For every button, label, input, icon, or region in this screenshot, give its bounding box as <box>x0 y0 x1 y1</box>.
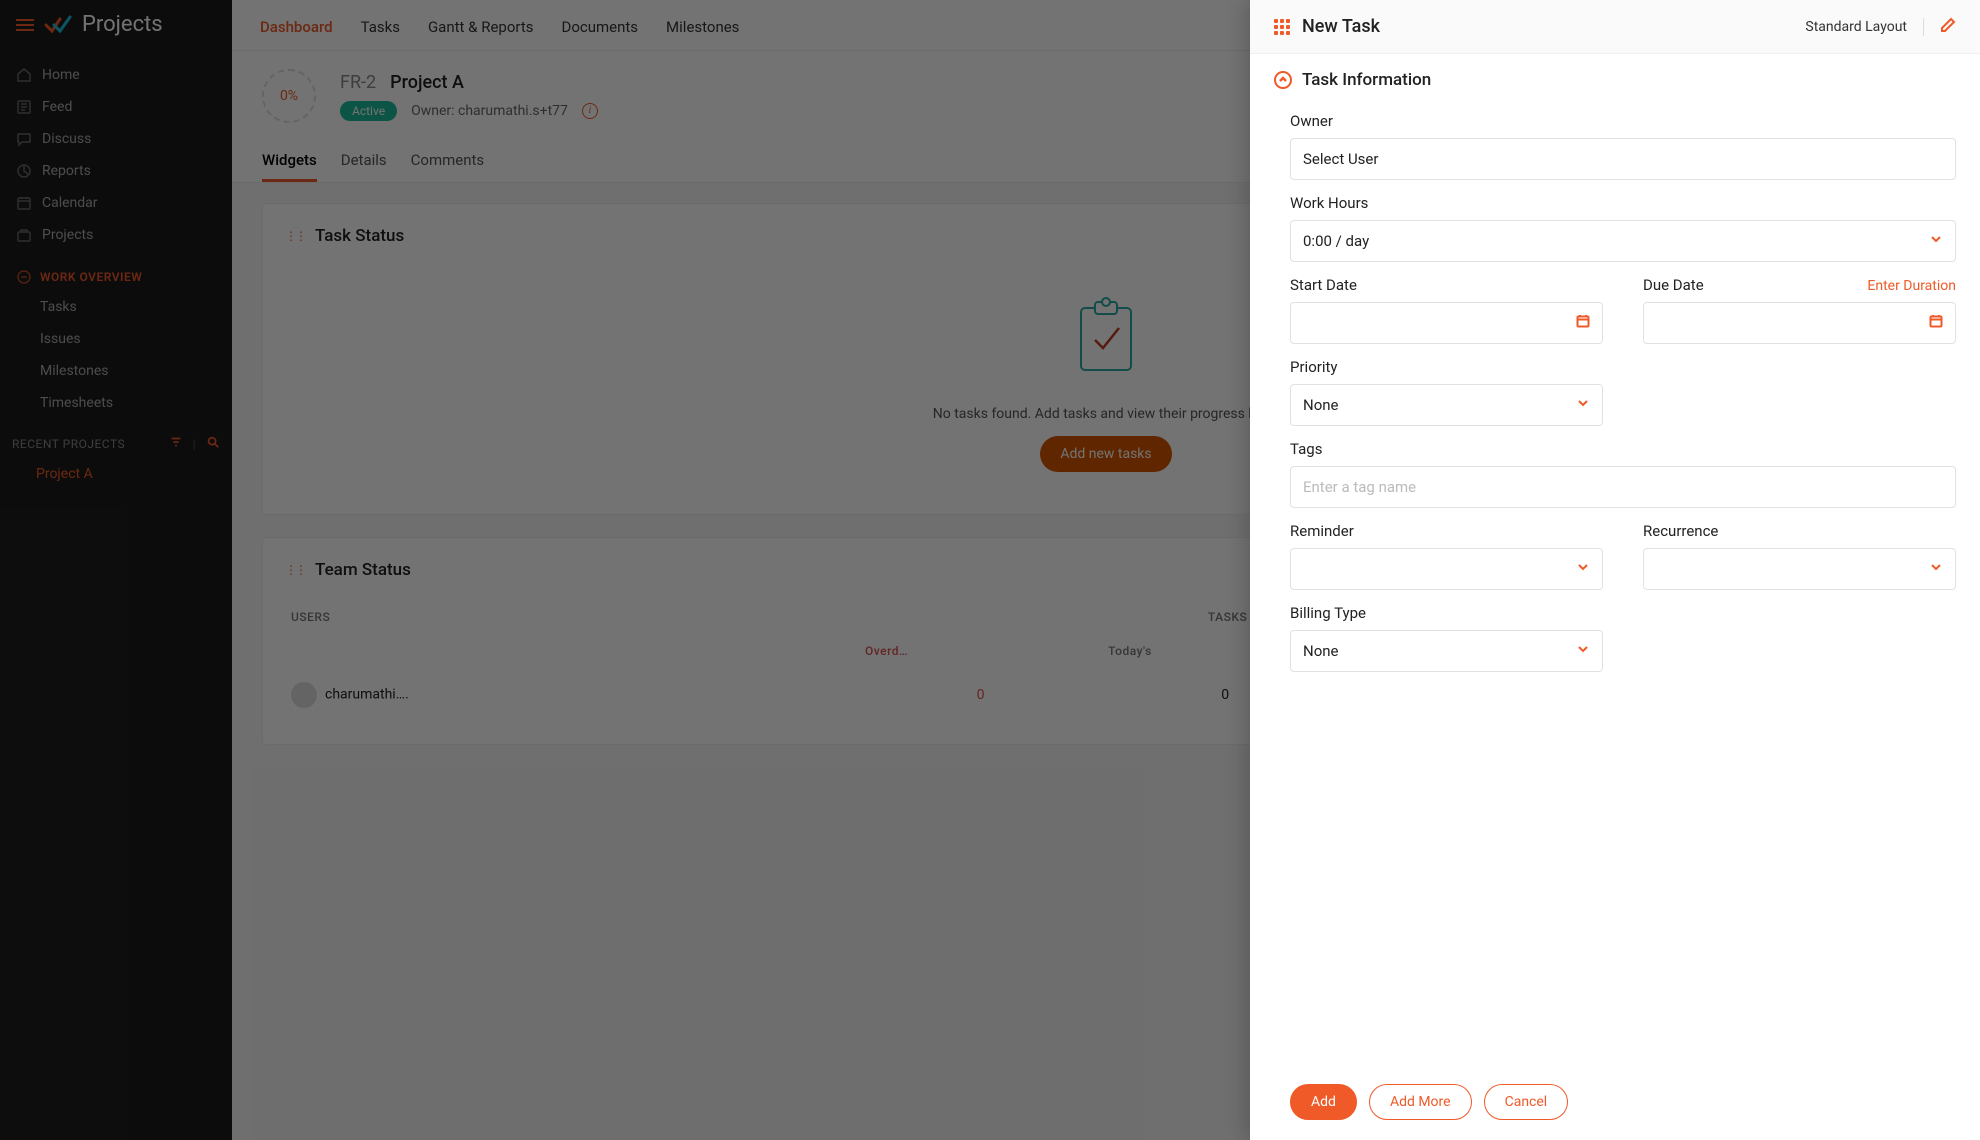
section-title: Task Information <box>1302 70 1431 90</box>
label-priority: Priority <box>1290 358 1337 376</box>
reminder-select[interactable] <box>1290 548 1603 590</box>
section-task-information[interactable]: Task Information <box>1250 54 1980 98</box>
field-tags: Tags <box>1290 440 1956 508</box>
label-owner: Owner <box>1290 112 1333 130</box>
field-due-date: Due Date Enter Duration <box>1643 276 1956 344</box>
calendar-icon <box>1576 314 1590 332</box>
panel-body: Owner Select User Work Hours 0:00 / day … <box>1250 98 1980 1068</box>
label-work-hours: Work Hours <box>1290 194 1368 212</box>
label-reminder: Reminder <box>1290 522 1354 540</box>
cancel-button[interactable]: Cancel <box>1484 1084 1569 1120</box>
recurrence-select[interactable] <box>1643 548 1956 590</box>
label-tags: Tags <box>1290 440 1322 458</box>
add-more-button[interactable]: Add More <box>1369 1084 1472 1120</box>
layout-selector[interactable]: Standard Layout <box>1805 19 1907 35</box>
field-reminder: Reminder <box>1290 522 1603 590</box>
chevron-down-icon <box>1576 396 1590 414</box>
field-owner: Owner Select User <box>1290 112 1956 180</box>
tags-input[interactable] <box>1290 466 1956 508</box>
label-due-date: Due Date <box>1643 276 1704 294</box>
owner-select[interactable]: Select User <box>1290 138 1956 180</box>
work-hours-select[interactable]: 0:00 / day <box>1290 220 1956 262</box>
enter-duration-link[interactable]: Enter Duration <box>1867 278 1956 294</box>
pencil-icon[interactable] <box>1940 17 1956 37</box>
chevron-down-icon <box>1576 560 1590 578</box>
start-date-input[interactable] <box>1290 302 1603 344</box>
panel-footer: Add Add More Cancel <box>1250 1068 1980 1140</box>
label-billing: Billing Type <box>1290 604 1366 622</box>
field-start-date: Start Date <box>1290 276 1603 344</box>
chevron-down-icon <box>1929 232 1943 250</box>
chevron-down-icon <box>1929 560 1943 578</box>
field-recurrence: Recurrence <box>1643 522 1956 590</box>
chevron-up-icon <box>1274 71 1292 89</box>
due-date-input[interactable] <box>1643 302 1956 344</box>
panel-title: New Task <box>1302 16 1380 37</box>
label-start-date: Start Date <box>1290 276 1357 294</box>
new-task-panel: New Task Standard Layout Task Informatio… <box>1250 0 1980 1140</box>
field-billing-type: Billing Type None <box>1290 604 1603 672</box>
add-button[interactable]: Add <box>1290 1084 1357 1120</box>
chevron-down-icon <box>1576 642 1590 660</box>
billing-select[interactable]: None <box>1290 630 1603 672</box>
panel-header: New Task Standard Layout <box>1250 0 1980 54</box>
field-work-hours: Work Hours 0:00 / day <box>1290 194 1956 262</box>
priority-select[interactable]: None <box>1290 384 1603 426</box>
divider <box>1923 18 1924 36</box>
calendar-icon <box>1929 314 1943 332</box>
label-recurrence: Recurrence <box>1643 522 1718 540</box>
field-priority: Priority None <box>1290 358 1603 426</box>
apps-icon[interactable] <box>1274 19 1290 35</box>
